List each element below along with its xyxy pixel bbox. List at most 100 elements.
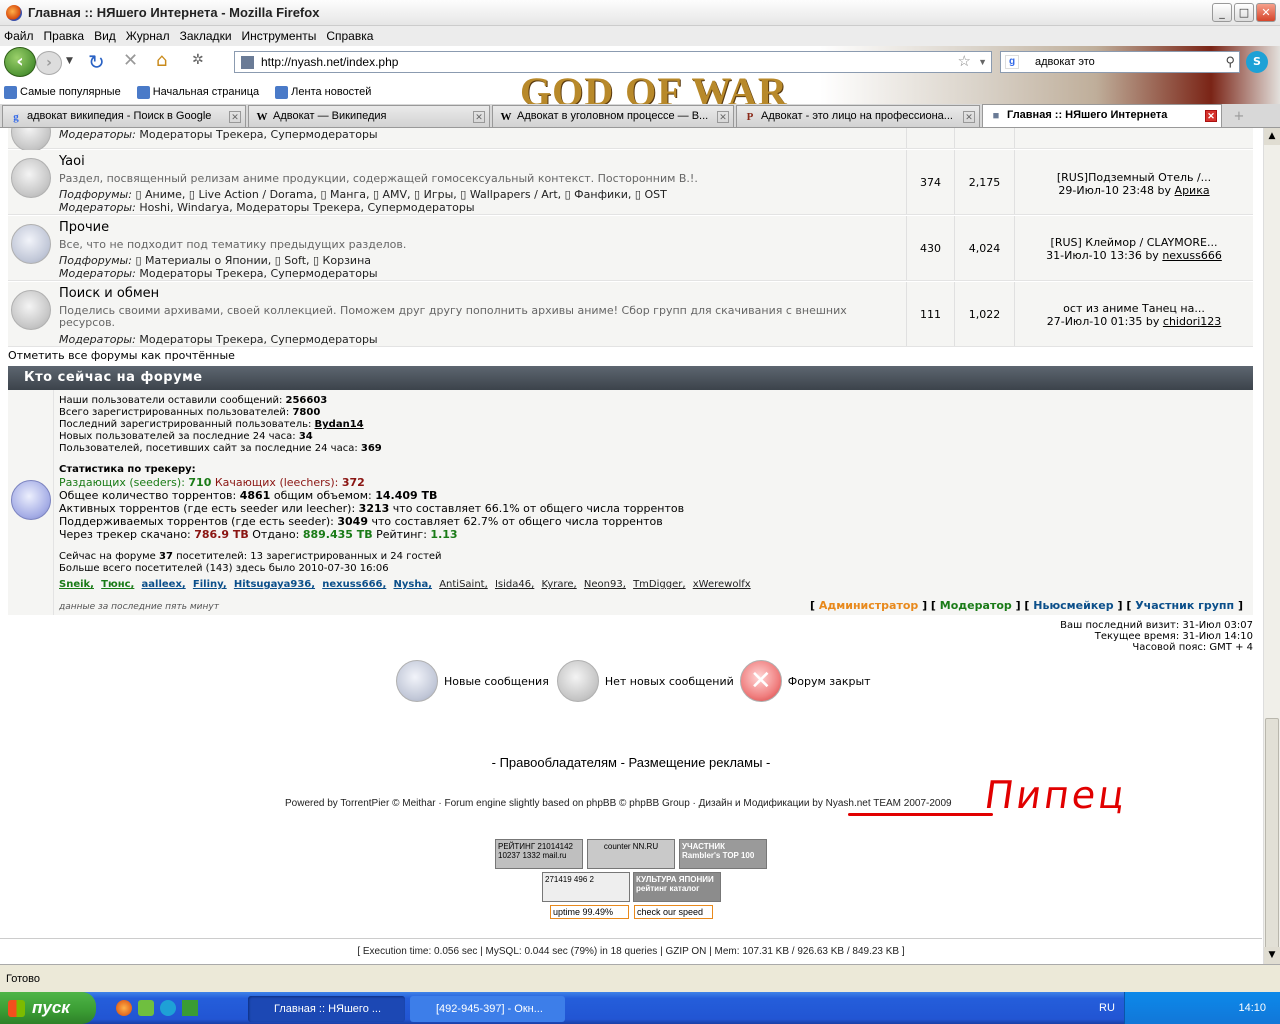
menu-tools[interactable]: Инструменты bbox=[242, 29, 317, 43]
search-icon[interactable]: ⚲ bbox=[1225, 52, 1235, 72]
tab-google[interactable]: g адвокат википедия - Поиск в Google ✕ bbox=[2, 105, 246, 127]
minimize-button[interactable]: _ bbox=[1212, 3, 1232, 22]
last-post-title[interactable]: ост из аниме Танец на... bbox=[1015, 302, 1253, 315]
google-engine-icon[interactable]: g bbox=[1005, 55, 1019, 69]
window-titlebar: Главная :: НЯшего Интернета - Mozilla Fi… bbox=[0, 0, 1280, 26]
user-link[interactable]: nexuss666, bbox=[322, 579, 386, 590]
last-post-title[interactable]: [RUS]Подземный Отель /... bbox=[1015, 171, 1253, 184]
liveinternet-counter[interactable]: 271419 496 2 bbox=[542, 872, 630, 902]
mailru-counter[interactable]: РЕЙТИНГ 21014142 10237 1332 mail.ru bbox=[495, 839, 583, 869]
forum-row: Поиск и обмен Поделись своими архивами, … bbox=[8, 282, 1253, 347]
user-link[interactable]: Neon93, bbox=[584, 579, 626, 590]
close-button[interactable]: ✕ bbox=[1256, 3, 1276, 22]
last-post: [RUS]Подземный Отель /... 29-Июл-10 23:4… bbox=[1014, 150, 1253, 214]
wikipedia-favicon-icon: W bbox=[500, 111, 512, 123]
forum-no-new-icon bbox=[11, 128, 51, 152]
tab-close-icon[interactable]: ✕ bbox=[963, 111, 975, 123]
last-post-title[interactable]: [RUS] Клеймор / CLAYMORE... bbox=[1015, 236, 1253, 249]
tab-lawyer-def[interactable]: P Адвокат - это лицо на профессиона... ✕ bbox=[736, 105, 980, 127]
tab-close-icon[interactable]: ✕ bbox=[473, 111, 485, 123]
reload-icon[interactable]: ↻ bbox=[88, 50, 105, 74]
back-button[interactable]: ‹ bbox=[4, 47, 36, 77]
user-link[interactable]: Isida46, bbox=[495, 579, 534, 590]
user-link[interactable]: xWerewolfx bbox=[693, 579, 751, 590]
home-icon[interactable]: ⌂ bbox=[156, 50, 167, 71]
start-button[interactable]: пуск bbox=[0, 992, 96, 1024]
forum-no-new-icon bbox=[11, 290, 51, 330]
tab-wikipedia-2[interactable]: W Адвокат в уголовном процессе — В... ✕ bbox=[492, 105, 734, 127]
user-link[interactable]: Hitsugaya936, bbox=[234, 579, 315, 590]
user-link[interactable]: Nysha, bbox=[394, 579, 433, 590]
scroll-down-arrow-icon[interactable]: ▼ bbox=[1264, 947, 1280, 964]
menu-edit[interactable]: Правка bbox=[44, 29, 85, 43]
history-dropdown-icon[interactable]: ▼ bbox=[66, 56, 73, 66]
user-link[interactable]: Тюнс, bbox=[101, 579, 134, 590]
search-input[interactable]: g адвокат это ⚲ bbox=[1000, 51, 1240, 73]
uptime-badge[interactable]: uptime 99.49% bbox=[550, 905, 629, 919]
url-dropdown-icon[interactable]: ▼ bbox=[978, 52, 987, 72]
user-link[interactable]: Kyrare, bbox=[541, 579, 576, 590]
taskbar-item-firefox[interactable]: Главная :: НЯшего ... bbox=[248, 996, 405, 1022]
speed-check-badge[interactable]: check our speed bbox=[634, 905, 713, 919]
new-tab-button[interactable]: + bbox=[1226, 107, 1252, 127]
star-icon[interactable]: ☆ bbox=[958, 52, 971, 72]
forum-title[interactable]: Yaoi bbox=[59, 154, 85, 169]
user-link[interactable]: TmDigger, bbox=[633, 579, 685, 590]
menu-help[interactable]: Справка bbox=[326, 29, 373, 43]
tab-close-icon[interactable]: ✕ bbox=[229, 111, 241, 123]
nnru-counter[interactable]: counter NN.RU bbox=[587, 839, 675, 869]
bookmark-start-page[interactable]: Начальная страница bbox=[136, 86, 259, 99]
last-post-author[interactable]: chidori123 bbox=[1163, 315, 1221, 328]
forum-row-partial: Модераторы: Модераторы Трекера, Супермод… bbox=[8, 128, 1253, 152]
red-underline bbox=[848, 813, 993, 816]
online-users-list: Sneik, Тюнс, aalleex, Filiny, Hitsugaya9… bbox=[59, 579, 755, 591]
tab-close-icon[interactable]: ✕ bbox=[1205, 110, 1217, 122]
tab-close-icon[interactable]: ✕ bbox=[717, 111, 729, 123]
user-link[interactable]: Sneik, bbox=[59, 579, 94, 590]
language-indicator[interactable]: RU bbox=[1099, 992, 1115, 1024]
forum-new-posts-icon bbox=[11, 224, 51, 264]
taskbar-item-window[interactable]: [492-945-397] - Окн... bbox=[410, 996, 565, 1022]
skype-icon[interactable]: S bbox=[1246, 51, 1268, 73]
rambler-counter[interactable]: УЧАСТНИК Rambler's TOP 100 bbox=[679, 839, 767, 869]
scrollbar-thumb[interactable] bbox=[1265, 718, 1279, 962]
user-link[interactable]: aalleex, bbox=[142, 579, 186, 590]
forum-title[interactable]: Прочие bbox=[59, 220, 109, 235]
forum-closed-icon: ✕ bbox=[739, 660, 782, 702]
forward-button[interactable]: › bbox=[36, 51, 62, 75]
forum-title[interactable]: Поиск и обмен bbox=[59, 286, 159, 301]
bookmark-news-feed[interactable]: Лента новостей bbox=[275, 86, 371, 99]
forum-row: Yaoi Раздел, посвященный релизам аниме п… bbox=[8, 150, 1253, 215]
quicklaunch-firefox-icon[interactable] bbox=[116, 1000, 132, 1016]
japan-culture-counter[interactable]: КУЛЬТУРА ЯПОНИИ рейтинг каталог bbox=[633, 872, 721, 902]
newest-user-link[interactable]: Bydan14 bbox=[315, 419, 364, 430]
red-annotation: Пипец bbox=[981, 773, 1131, 817]
footer-links[interactable]: - Правообладателям - Размещение рекламы … bbox=[0, 755, 1262, 770]
tab-wikipedia-1[interactable]: W Адвокат — Википедия ✕ bbox=[248, 105, 490, 127]
quicklaunch-icq-icon[interactable] bbox=[182, 1000, 198, 1016]
addon-icon[interactable]: ✲ bbox=[192, 52, 204, 68]
maximize-button[interactable]: □ bbox=[1234, 3, 1254, 22]
quicklaunch-skype-icon[interactable] bbox=[160, 1000, 176, 1016]
menu-view[interactable]: Вид bbox=[94, 29, 116, 43]
user-link[interactable]: Filiny, bbox=[193, 579, 227, 590]
bookmark-most-visited[interactable]: Самые популярные bbox=[4, 86, 121, 99]
topics-count: 430 bbox=[906, 216, 954, 280]
subforum-links[interactable]: ▯ Аниме, ▯ Live Action / Dorama, ▯ Манга… bbox=[135, 188, 666, 201]
subforum-links[interactable]: ▯ Материалы о Японии, ▯ Soft, ▯ Корзина bbox=[135, 254, 371, 267]
menu-bookmarks[interactable]: Закладки bbox=[180, 29, 232, 43]
quicklaunch-app-icon[interactable] bbox=[138, 1000, 154, 1016]
last-post-author[interactable]: Арика bbox=[1175, 184, 1210, 197]
scroll-up-arrow-icon[interactable]: ▲ bbox=[1264, 128, 1280, 145]
google-favicon-icon: g bbox=[13, 111, 19, 123]
menu-file[interactable]: Файл bbox=[4, 29, 34, 43]
vertical-scrollbar[interactable]: ▲ ▼ bbox=[1263, 128, 1280, 964]
new-posts-icon bbox=[396, 660, 438, 702]
no-new-posts-icon bbox=[556, 660, 599, 702]
mark-all-read-link[interactable]: Отметить все форумы как прочтённые bbox=[8, 349, 235, 362]
last-post-author[interactable]: nexuss666 bbox=[1162, 249, 1222, 262]
user-link[interactable]: AntiSaint, bbox=[439, 579, 488, 590]
tab-nyash[interactable]: ■ Главная :: НЯшего Интернета ✕ bbox=[982, 104, 1222, 127]
menu-history[interactable]: Журнал bbox=[126, 29, 170, 43]
stop-icon[interactable]: ✕ bbox=[123, 50, 138, 71]
